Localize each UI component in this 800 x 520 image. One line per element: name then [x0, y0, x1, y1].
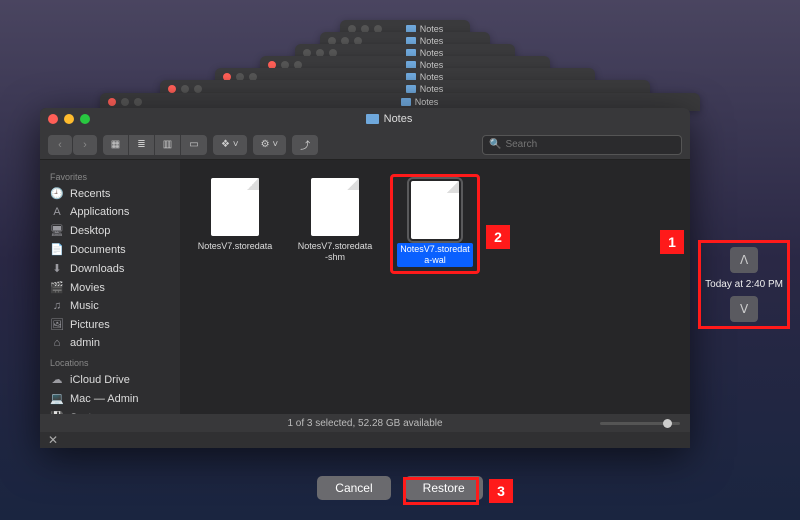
timeline-down-button[interactable]: ᐯ — [730, 296, 758, 322]
titlebar: Notes — [40, 108, 690, 130]
search-input[interactable] — [505, 139, 675, 150]
file-item[interactable]: NotesV7.storedata-shm — [290, 174, 380, 268]
share-button[interactable]: ⤴ — [292, 135, 318, 155]
folder-icon — [366, 114, 379, 124]
file-icon — [211, 178, 259, 236]
timeline-nav: ᐱ Today at 2:40 PM ᐯ — [698, 240, 790, 329]
desktop-icon: 🖥 — [50, 224, 64, 237]
window-title: Notes — [384, 113, 413, 125]
sidebar-item-documents[interactable]: 📄Documents — [40, 240, 180, 259]
sidebar-item-mac[interactable]: 💻Mac — Admin — [40, 389, 180, 408]
callout-3: 3 — [489, 479, 513, 503]
sidebar-heading-locations: Locations — [40, 356, 180, 370]
finder-window: Notes ‹ › ▦ ≣ ▥ ▭ ❖ ˅ ⚙ ˅ ⤴ 🔍 Favorites … — [40, 108, 690, 448]
cloud-icon: ☁ — [50, 373, 64, 386]
restore-highlight — [403, 477, 479, 505]
file-icon — [411, 181, 459, 239]
search-field[interactable]: 🔍 — [482, 135, 682, 155]
minimize-icon[interactable] — [64, 114, 74, 124]
sidebar-item-desktop[interactable]: 🖥Desktop — [40, 221, 180, 240]
sidebar-heading-favorites: Favorites — [40, 170, 180, 184]
close-bar[interactable]: ✕ — [40, 432, 690, 448]
downloads-icon: ⬇ — [50, 262, 64, 275]
sidebar-item-music[interactable]: ♫Music — [40, 297, 180, 315]
sidebar-item-downloads[interactable]: ⬇Downloads — [40, 259, 180, 278]
timeline-up-button[interactable]: ᐱ — [730, 247, 758, 273]
view-icon-button[interactable]: ▦ — [103, 135, 129, 155]
file-label: NotesV7.storedata-wal — [397, 243, 473, 267]
sidebar-item-icloud[interactable]: ☁iCloud Drive — [40, 370, 180, 389]
file-item-selected[interactable]: NotesV7.storedata-wal — [390, 174, 480, 274]
sidebar-item-movies[interactable]: 🎬Movies — [40, 278, 180, 297]
callout-1: 1 — [660, 230, 684, 254]
action-button[interactable]: ⚙ ˅ — [253, 135, 287, 155]
documents-icon: 📄 — [50, 243, 64, 256]
file-label: NotesV7.storedata-shm — [294, 240, 376, 264]
sidebar-item-pictures[interactable]: 🖼Pictures — [40, 315, 180, 334]
zoom-slider[interactable] — [600, 422, 680, 425]
recents-icon: 🕘 — [50, 187, 64, 200]
applications-icon: A — [50, 206, 64, 218]
back-button[interactable]: ‹ — [48, 135, 72, 155]
view-list-button[interactable]: ≣ — [129, 135, 155, 155]
close-icon[interactable] — [48, 114, 58, 124]
bottom-bar: Cancel Restore — [0, 476, 800, 500]
file-icon — [311, 178, 359, 236]
cancel-button[interactable]: Cancel — [317, 476, 390, 500]
view-gallery-button[interactable]: ▭ — [181, 135, 207, 155]
timeline-label: Today at 2:40 PM — [705, 279, 783, 290]
callout-2: 2 — [486, 225, 510, 249]
status-bar: 1 of 3 selected, 52.28 GB available — [40, 414, 690, 432]
status-text: 1 of 3 selected, 52.28 GB available — [287, 418, 442, 429]
sidebar-item-recents[interactable]: 🕘Recents — [40, 184, 180, 203]
group-button[interactable]: ❖ ˅ — [213, 135, 247, 155]
sidebar-item-applications[interactable]: AApplications — [40, 203, 180, 221]
file-label: NotesV7.storedata — [195, 240, 276, 253]
file-item[interactable]: NotesV7.storedata — [190, 174, 280, 257]
search-icon: 🔍 — [489, 139, 501, 150]
toolbar: ‹ › ▦ ≣ ▥ ▭ ❖ ˅ ⚙ ˅ ⤴ 🔍 — [40, 130, 690, 160]
forward-button[interactable]: › — [73, 135, 97, 155]
sidebar-item-admin[interactable]: ⌂admin — [40, 334, 180, 352]
zoom-icon[interactable] — [80, 114, 90, 124]
view-column-button[interactable]: ▥ — [155, 135, 181, 155]
music-icon: ♫ — [50, 300, 64, 312]
file-grid: NotesV7.storedata NotesV7.storedata-shm … — [180, 160, 690, 414]
home-icon: ⌂ — [50, 337, 64, 349]
sidebar: Favorites 🕘Recents AApplications 🖥Deskto… — [40, 160, 180, 414]
movies-icon: 🎬 — [50, 281, 64, 294]
pictures-icon: 🖼 — [50, 318, 64, 331]
computer-icon: 💻 — [50, 392, 64, 405]
